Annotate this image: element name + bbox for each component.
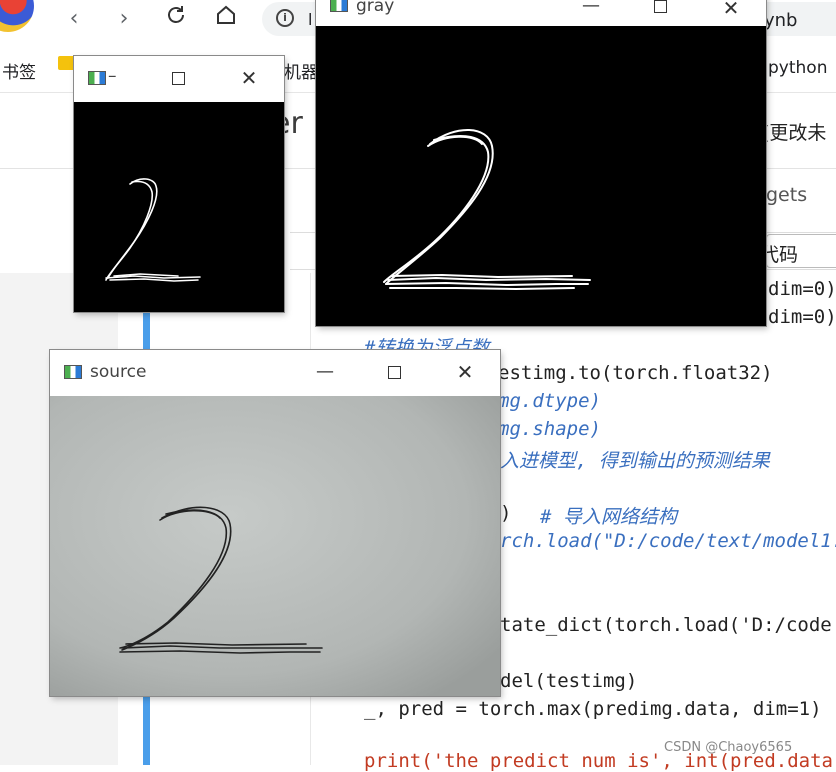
back-icon[interactable]: ‹: [58, 4, 90, 36]
small-image-window[interactable]: – ✕: [74, 56, 284, 312]
maximize-icon[interactable]: [388, 366, 401, 379]
bookmark-item[interactable]: 机器: [284, 58, 318, 83]
window-titlebar[interactable]: source — ✕: [50, 350, 500, 396]
home-icon[interactable]: [210, 4, 242, 36]
code-line: estimg.to(torch.float32): [498, 362, 773, 384]
minimize-icon[interactable]: —: [578, 0, 604, 16]
minimize-icon[interactable]: —: [312, 362, 338, 382]
bookmark-item[interactable]: python: [768, 58, 827, 78]
bookmark-item[interactable]: 书签: [2, 58, 36, 83]
binary-digit-image: [105, 178, 201, 282]
site-info-icon[interactable]: i: [276, 9, 294, 27]
source-photo: [50, 396, 500, 696]
code-line: mg.shape): [498, 418, 601, 440]
code-line: tate_dict(torch.load('D:/code: [500, 614, 832, 636]
forward-icon[interactable]: ›: [108, 4, 140, 36]
close-icon[interactable]: ✕: [718, 0, 744, 18]
close-icon[interactable]: ✕: [452, 362, 478, 382]
window-titlebar[interactable]: gray — ✕: [316, 0, 766, 26]
window-title: gray: [356, 0, 395, 16]
gray-image-window[interactable]: gray — ✕: [316, 0, 766, 326]
gray-digit-image: [383, 129, 591, 291]
maximize-icon[interactable]: [172, 72, 185, 85]
app-icon: [330, 0, 348, 12]
code-line: _, pred = torch.max(predimg.data, dim=1): [364, 698, 822, 720]
code-line: del(testimg): [500, 670, 638, 692]
app-icon: [88, 71, 106, 85]
browser-logo-icon: [0, 0, 34, 32]
close-icon[interactable]: ✕: [236, 68, 262, 88]
code-comment: # 导入网络结构: [540, 506, 677, 528]
app-icon: [64, 365, 82, 379]
code-line: dim=0): [768, 306, 836, 328]
address-text-tail: ynb: [764, 10, 798, 31]
code-line: dim=0): [768, 278, 836, 300]
watermark: CSDN @Chaoy6565: [664, 740, 793, 755]
code-line: ): [500, 502, 512, 524]
window-title: –: [108, 66, 117, 86]
tab-widgets[interactable]: gets: [766, 184, 807, 206]
reload-icon[interactable]: [160, 4, 192, 36]
source-image-window[interactable]: source — ✕: [50, 350, 500, 696]
window-title: source: [90, 362, 147, 382]
window-titlebar[interactable]: – ✕: [74, 56, 284, 102]
address-text: l: [308, 10, 313, 29]
code-line: mg.dtype): [498, 390, 601, 412]
code-comment: 入进模型, 得到输出的预测结果: [500, 450, 770, 472]
maximize-icon[interactable]: [654, 0, 667, 13]
unsaved-status: (更改未: [762, 122, 827, 144]
code-line: rch.load("D:/code/text/model1.: [500, 530, 836, 552]
